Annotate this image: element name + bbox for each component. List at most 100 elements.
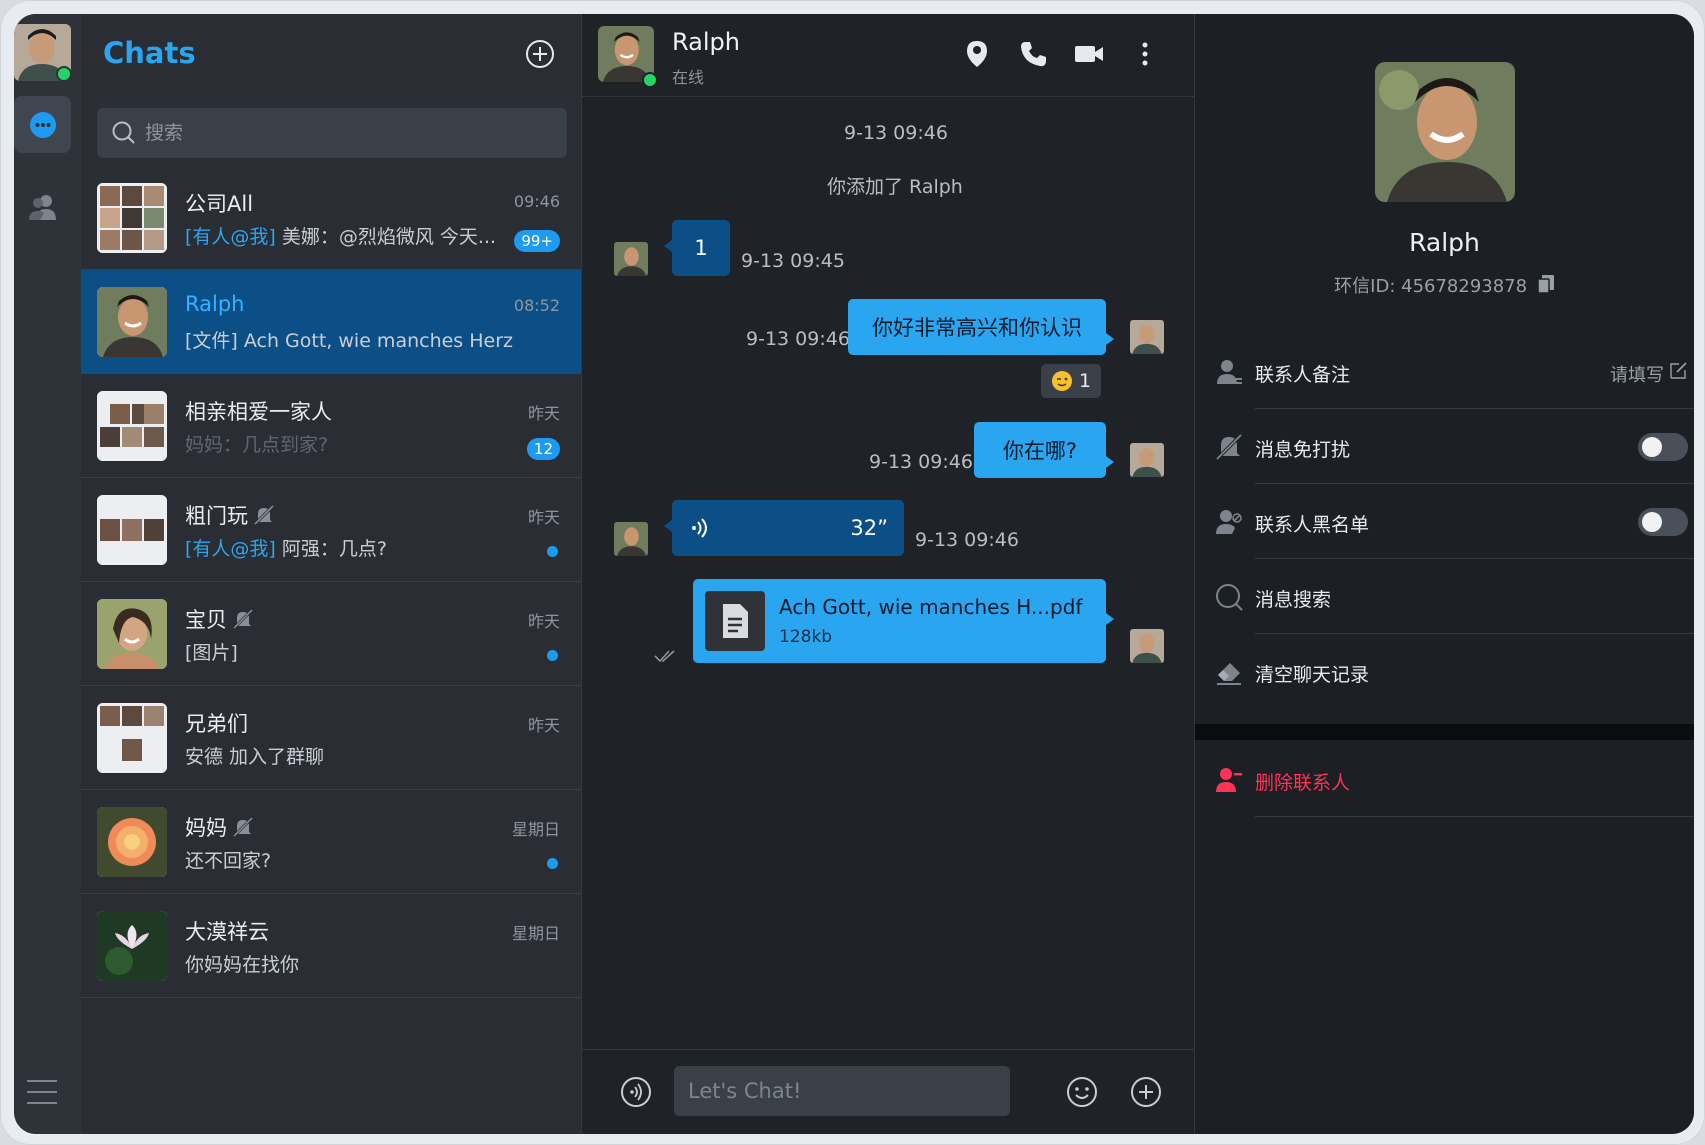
attach-plus-icon[interactable] (1130, 1076, 1162, 1108)
contact-name: Ralph (672, 28, 740, 56)
unread-badge: 12 (526, 438, 560, 460)
section-separator (1195, 724, 1694, 740)
message-time: 9-13 09:46 (915, 529, 1019, 551)
group-avatar (97, 703, 167, 773)
chat-preview: 安德 加入了群聊 (185, 746, 325, 768)
chat-time: 星期日 (511, 820, 560, 839)
my-avatar-small (1130, 443, 1164, 477)
contact-remark-icon (1217, 360, 1242, 384)
chat-preview: 妈妈：几点到家? (185, 434, 329, 456)
block-user-icon (1216, 510, 1242, 534)
chat-item-company-all[interactable]: 公司All [有人@我] 美娜：@烈焰微风 今天... 09:46 99+ (81, 166, 581, 270)
mute-toggle[interactable] (1638, 433, 1688, 461)
contact-info-panel: Ralph 环信ID: 45678293878 联系人备注 请填写 消息免打扰 … (1195, 14, 1694, 1134)
contact-avatar (97, 287, 167, 357)
system-message: 你添加了 Ralph (827, 176, 963, 198)
online-dot (642, 72, 658, 88)
delete-user-icon (1216, 768, 1242, 792)
contact-avatar (97, 911, 167, 981)
remark-value: 请填写 (1610, 365, 1664, 386)
more-options-icon[interactable] (1130, 39, 1160, 69)
remark-row[interactable]: 联系人备注 请填写 (1195, 334, 1694, 409)
group-avatar (97, 495, 167, 565)
blacklist-row: 联系人黑名单 (1195, 484, 1694, 559)
nav-contacts-button[interactable] (14, 178, 71, 235)
message-time: 9-13 09:46 (869, 451, 973, 473)
emoji-icon[interactable] (1066, 1076, 1098, 1108)
message-search-row[interactable]: 消息搜索 (1195, 559, 1694, 634)
chat-bubble-icon (29, 111, 56, 138)
nav-chats-button[interactable] (14, 96, 71, 153)
unread-dot (547, 858, 558, 869)
voice-duration: 32” (850, 516, 888, 540)
blacklist-toggle[interactable] (1638, 508, 1688, 536)
mention-tag: [有人@我] (185, 538, 276, 560)
file-message[interactable]: Ach Gott, wie manches H...pdf 128kb (693, 579, 1114, 663)
message-bubble[interactable]: 你好非常高兴和你认识 (848, 299, 1114, 355)
profile-avatar[interactable] (1375, 62, 1515, 202)
eraser-icon (1217, 663, 1241, 685)
chat-item-mom[interactable]: 妈妈 还不回家? 星期日 (81, 790, 581, 894)
chat-time: 09:46 (513, 192, 560, 211)
search-input[interactable] (143, 121, 547, 145)
chat-preview: [图片] (185, 642, 238, 664)
chat-preview: [文件] Ach Gott, wie manches Herz... (185, 330, 515, 352)
chat-name: 公司All (185, 192, 254, 216)
chat-item-play[interactable]: 粗门玩 [有人@我] 阿强：几点? 昨天 (81, 478, 581, 582)
delete-contact-row[interactable]: 删除联系人 (1195, 742, 1694, 817)
chat-item-brothers[interactable]: 兄弟们 安德 加入了群聊 昨天 (81, 686, 581, 790)
reaction-chip[interactable]: 1 (1041, 364, 1102, 398)
voice-input-icon[interactable] (620, 1076, 652, 1108)
message-input[interactable] (674, 1066, 1010, 1116)
chat-time: 星期日 (511, 924, 560, 943)
group-avatar (97, 183, 167, 253)
chat-item-desert-cloud[interactable]: 大漠祥云 你妈妈在找你 星期日 (81, 894, 581, 998)
contact-avatar (97, 807, 167, 877)
edit-icon (1670, 362, 1687, 379)
video-call-icon[interactable] (1074, 39, 1104, 69)
unread-dot (547, 650, 558, 661)
conversation-panel: Ralph 在线 9-13 09:46 你添加了 Ralph 1 9-13 09… (581, 14, 1195, 1134)
search-icon (1216, 584, 1243, 611)
file-thumbnail (705, 591, 765, 651)
my-avatar-small (1130, 320, 1164, 354)
profile-name: Ralph (1409, 228, 1480, 257)
search-icon (112, 121, 135, 144)
location-pin-icon[interactable] (962, 39, 992, 69)
chat-name: 兄弟们 (185, 712, 248, 736)
add-chat-icon[interactable] (525, 39, 555, 69)
clear-history-row[interactable]: 清空聊天记录 (1195, 634, 1694, 709)
message-bubble[interactable]: 1 (664, 220, 730, 276)
sender-avatar (614, 522, 648, 556)
muted-bell-icon (253, 504, 275, 526)
contacts-icon (28, 194, 56, 220)
chat-name: 妈妈 (185, 816, 227, 840)
mention-tag: [有人@我] (185, 226, 276, 248)
message-bubble[interactable]: 你在哪? (974, 422, 1114, 478)
copy-icon[interactable] (1537, 274, 1555, 294)
muted-bell-icon (232, 816, 254, 838)
mute-row: 消息免打扰 (1195, 409, 1694, 484)
chat-preview: 美娜：@烈焰微风 今天... (281, 226, 497, 248)
chat-item-family[interactable]: 相亲相爱一家人 妈妈：几点到家? 昨天 12 (81, 374, 581, 478)
nav-rail (14, 14, 81, 1134)
chat-item-baby[interactable]: 宝贝 [图片] 昨天 (81, 582, 581, 686)
menu-icon[interactable] (27, 1078, 57, 1106)
chat-preview: 还不回家? (185, 850, 272, 872)
message-composer (582, 1049, 1194, 1134)
chat-time: 昨天 (527, 508, 560, 527)
unread-dot (547, 546, 558, 557)
phone-icon[interactable] (1018, 39, 1048, 69)
unread-badge: 99+ (514, 230, 560, 252)
chat-name: Ralph (185, 292, 245, 316)
my-avatar-small (1130, 629, 1164, 663)
chat-name: 粗门玩 (185, 504, 248, 528)
search-box[interactable] (97, 108, 567, 158)
chat-item-ralph[interactable]: Ralph [文件] Ach Gott, wie manches Herz...… (81, 270, 581, 374)
message-time: 9-13 09:46 (746, 328, 850, 350)
voice-message[interactable]: 32” (664, 500, 904, 556)
chat-time: 昨天 (527, 404, 560, 423)
chat-name: 宝贝 (185, 608, 227, 632)
contact-avatar (97, 599, 167, 669)
chat-time: 08:52 (513, 296, 560, 315)
